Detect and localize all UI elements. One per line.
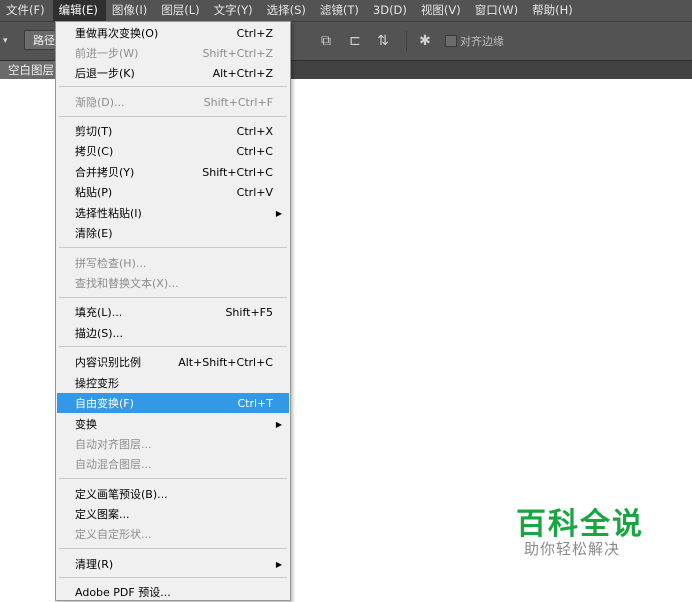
gear-icon[interactable]: ✱ — [417, 33, 433, 49]
menu-separator — [59, 86, 287, 87]
menu-item-content-aware-scale[interactable]: 内容识别比例 Alt+Shift+Ctrl+C — [57, 352, 289, 372]
menu-item-spell-check[interactable]: 拼写检查(H)... — [57, 253, 289, 273]
menu-item-redo[interactable]: 重做再次变换(O) Ctrl+Z — [57, 23, 289, 43]
menu-layer[interactable]: 图层(L) — [155, 0, 207, 21]
watermark-subtitle: 助你轻松解决 — [524, 540, 621, 558]
menu-separator — [59, 297, 287, 298]
menu-separator — [59, 478, 287, 479]
menu-item-define-brush[interactable]: 定义画笔预设(B)... — [57, 484, 289, 504]
menu-separator — [59, 548, 287, 549]
edit-menu-dropdown: 重做再次变换(O) Ctrl+Z 前进一步(W) Shift+Ctrl+Z 后退… — [55, 21, 291, 601]
dropdown-arrow-icon[interactable]: ▾ — [3, 36, 8, 46]
toolbar-divider — [406, 31, 407, 51]
menu-item-cut[interactable]: 剪切(T) Ctrl+X — [57, 121, 289, 141]
menu-item-purge[interactable]: 清理(R) ▶ — [57, 554, 289, 574]
menu-item-puppet-warp[interactable]: 操控变形 — [57, 373, 289, 393]
arrange-icon[interactable]: ⧉ — [318, 33, 334, 49]
align-edges-checkbox[interactable] — [445, 35, 457, 47]
menu-item-stroke[interactable]: 描边(S)... — [57, 323, 289, 343]
menu-edit[interactable]: 编辑(E) — [52, 0, 106, 21]
menu-item-define-pattern[interactable]: 定义图案... — [57, 504, 289, 524]
menu-image[interactable]: 图像(I) — [106, 0, 155, 21]
menu-window[interactable]: 窗口(W) — [469, 0, 526, 21]
submenu-arrow-icon: ▶ — [275, 559, 282, 569]
menu-view[interactable]: 视图(V) — [415, 0, 469, 21]
menu-item-fill[interactable]: 填充(L)... Shift+F5 — [57, 302, 289, 322]
path-arrangement-icon[interactable]: ⇅ — [375, 33, 391, 49]
menu-item-free-transform[interactable]: 自由变换(F) Ctrl+T — [57, 393, 289, 413]
menu-separator — [59, 346, 287, 347]
menu-item-auto-blend-layers[interactable]: 自动混合图层... — [57, 454, 289, 474]
watermark-title: 百科全说 — [516, 507, 644, 542]
menu-item-copy[interactable]: 拷贝(C) Ctrl+C — [57, 141, 289, 161]
menu-bar: 文件(F) 编辑(E) 图像(I) 图层(L) 文字(Y) 选择(S) 滤镜(T… — [0, 0, 692, 21]
menu-file[interactable]: 文件(F) — [0, 0, 53, 21]
align-icon[interactable]: ⊏ — [347, 33, 363, 49]
menu-item-step-backward[interactable]: 后退一步(K) Alt+Ctrl+Z — [57, 63, 289, 83]
menu-separator — [59, 577, 287, 578]
menu-3d[interactable]: 3D(D) — [367, 0, 415, 21]
submenu-arrow-icon: ▶ — [275, 419, 282, 429]
menu-item-adobe-pdf-presets[interactable]: Adobe PDF 预设... — [57, 582, 289, 602]
menu-item-copy-merged[interactable]: 合并拷贝(Y) Shift+Ctrl+C — [57, 162, 289, 182]
menu-separator — [59, 116, 287, 117]
menu-help[interactable]: 帮助(H) — [526, 0, 581, 21]
menu-item-define-custom-shape[interactable]: 定义自定形状... — [57, 524, 289, 544]
menu-item-fade[interactable]: 渐隐(D)... Shift+Ctrl+F — [57, 92, 289, 112]
menu-separator — [59, 247, 287, 248]
menu-item-paste[interactable]: 粘贴(P) Ctrl+V — [57, 182, 289, 202]
menu-item-clear[interactable]: 清除(E) — [57, 223, 289, 243]
document-tab[interactable]: 空白图层 — [0, 61, 62, 80]
menu-item-step-forward[interactable]: 前进一步(W) Shift+Ctrl+Z — [57, 43, 289, 63]
align-edges-label: 对齐边缘 — [460, 35, 504, 48]
menu-select[interactable]: 选择(S) — [261, 0, 314, 21]
menu-filter[interactable]: 滤镜(T) — [314, 0, 367, 21]
menu-item-paste-special[interactable]: 选择性粘贴(I) ▶ — [57, 203, 289, 223]
submenu-arrow-icon: ▶ — [275, 208, 282, 218]
menu-item-transform[interactable]: 变换 ▶ — [57, 414, 289, 434]
menu-type[interactable]: 文字(Y) — [208, 0, 261, 21]
menu-item-auto-align-layers[interactable]: 自动对齐图层... — [57, 434, 289, 454]
menu-item-find-replace[interactable]: 查找和替换文本(X)... — [57, 273, 289, 293]
